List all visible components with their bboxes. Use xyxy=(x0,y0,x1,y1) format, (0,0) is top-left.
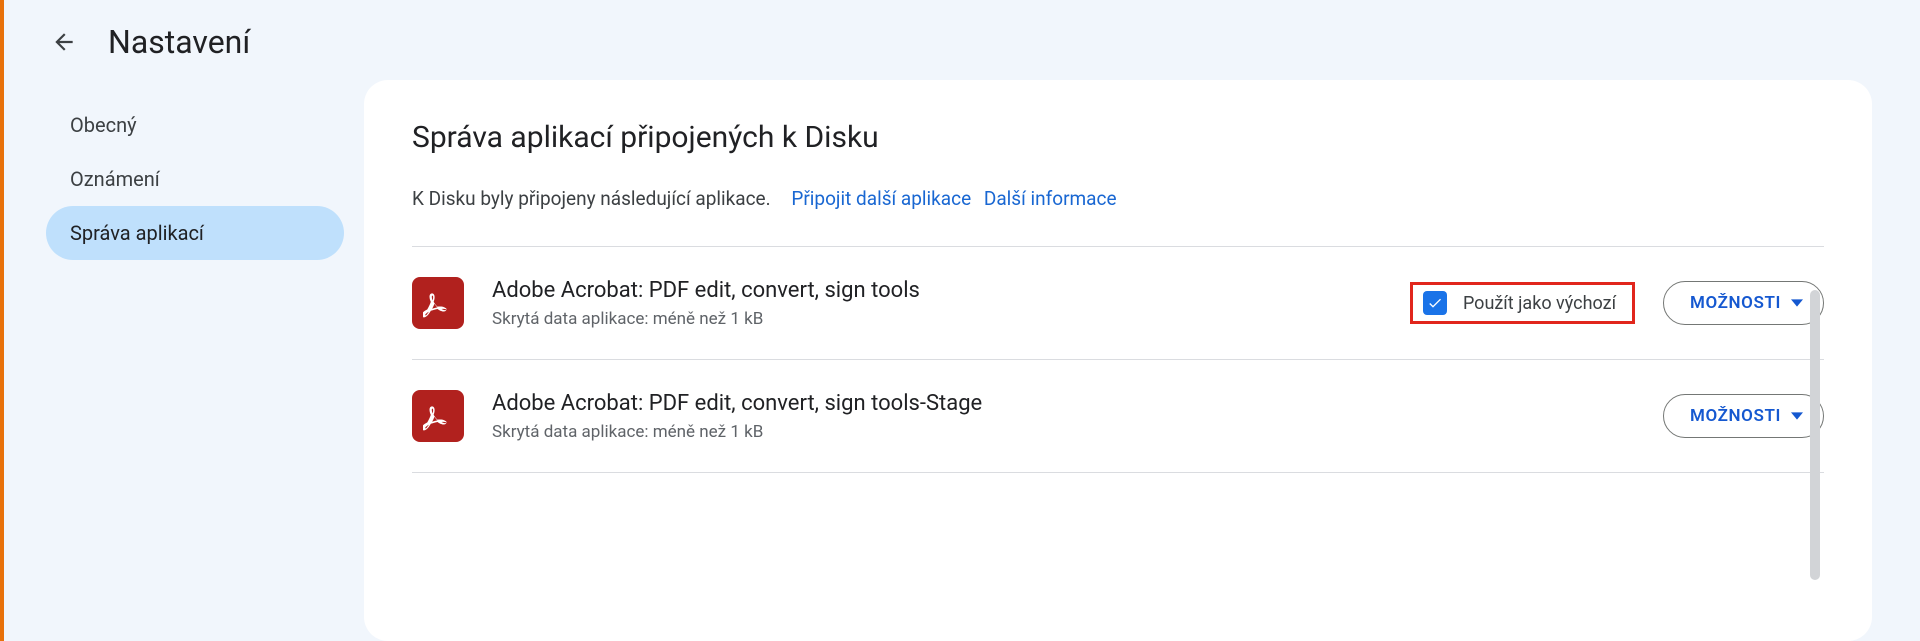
sidebar: Obecný Oznámení Správa aplikací xyxy=(4,80,364,641)
panel-title: Správa aplikací připojených k Disku xyxy=(412,120,1824,155)
acrobat-icon xyxy=(412,277,464,329)
app-name: Adobe Acrobat: PDF edit, convert, sign t… xyxy=(492,391,1635,416)
connect-more-apps-link[interactable]: Připojit další aplikace xyxy=(791,187,971,210)
content-panel: Správa aplikací připojených k Disku K Di… xyxy=(364,80,1872,641)
sidebar-item-label: Obecný xyxy=(70,113,137,137)
use-as-default-label: Použít jako výchozí xyxy=(1463,293,1616,314)
sidebar-item-general[interactable]: Obecný xyxy=(46,98,344,152)
app-subtitle: Skrytá data aplikace: méně než 1 kB xyxy=(492,309,1382,329)
back-button[interactable] xyxy=(44,22,84,62)
sidebar-item-label: Oznámení xyxy=(70,167,160,191)
panel-intro: K Disku byly připojeny následující aplik… xyxy=(412,187,1824,210)
chevron-down-icon xyxy=(1791,297,1803,309)
header: Nastavení xyxy=(4,0,1920,80)
sidebar-item-label: Správa aplikací xyxy=(70,221,204,245)
app-row: Adobe Acrobat: PDF edit, convert, sign t… xyxy=(412,360,1824,472)
options-button-label: MOŽNOSTI xyxy=(1690,293,1781,313)
app-name: Adobe Acrobat: PDF edit, convert, sign t… xyxy=(492,278,1382,303)
acrobat-icon xyxy=(412,390,464,442)
app-row: Adobe Acrobat: PDF edit, convert, sign t… xyxy=(412,247,1824,359)
intro-text: K Disku byly připojeny následující aplik… xyxy=(412,187,771,210)
options-button[interactable]: MOŽNOSTI xyxy=(1663,281,1824,325)
page-title: Nastavení xyxy=(108,23,250,61)
use-as-default-group: Použít jako výchozí xyxy=(1410,282,1635,324)
scrollbar[interactable] xyxy=(1810,290,1820,580)
sidebar-item-manage-apps[interactable]: Správa aplikací xyxy=(46,206,344,260)
chevron-down-icon xyxy=(1791,410,1803,422)
options-button[interactable]: MOŽNOSTI xyxy=(1663,394,1824,438)
sidebar-item-notifications[interactable]: Oznámení xyxy=(46,152,344,206)
arrow-left-icon xyxy=(51,29,77,55)
divider xyxy=(412,472,1824,473)
learn-more-link[interactable]: Další informace xyxy=(984,187,1117,210)
app-subtitle: Skrytá data aplikace: méně než 1 kB xyxy=(492,422,1635,442)
check-icon xyxy=(1427,295,1443,311)
options-button-label: MOŽNOSTI xyxy=(1690,406,1781,426)
use-as-default-checkbox[interactable] xyxy=(1423,291,1447,315)
